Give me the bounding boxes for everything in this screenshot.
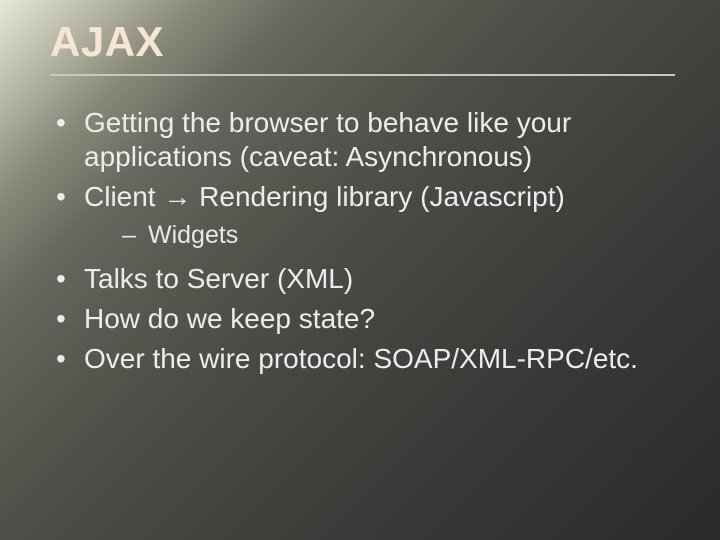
bullet-item: How do we keep state?: [50, 302, 680, 336]
bullet-item: Talks to Server (XML): [50, 262, 680, 296]
bullet-text: Getting the browser to behave like your …: [84, 107, 571, 172]
sub-bullet-list: Widgets: [84, 220, 680, 251]
bullet-item: Getting the browser to behave like your …: [50, 106, 680, 174]
bullet-text: Talks to Server (XML): [84, 263, 353, 294]
slide: AJAX Getting the browser to behave like …: [0, 0, 720, 540]
slide-title: AJAX: [50, 18, 680, 66]
bullet-text-post: Rendering library (Javascript): [191, 181, 564, 212]
bullet-item: Client → Rendering library (Javascript) …: [50, 180, 680, 251]
bullet-text: Over the wire protocol: SOAP/XML-RPC/etc…: [84, 343, 638, 374]
bullet-item: Over the wire protocol: SOAP/XML-RPC/etc…: [50, 342, 680, 376]
bullet-text: How do we keep state?: [84, 303, 375, 334]
title-rule: [50, 74, 675, 76]
bullet-list: Getting the browser to behave like your …: [50, 106, 680, 376]
arrow-icon: →: [163, 181, 191, 212]
sub-bullet-text: Widgets: [148, 221, 238, 249]
bullet-text-pre: Client: [84, 181, 163, 212]
sub-bullet-item: Widgets: [122, 220, 680, 251]
